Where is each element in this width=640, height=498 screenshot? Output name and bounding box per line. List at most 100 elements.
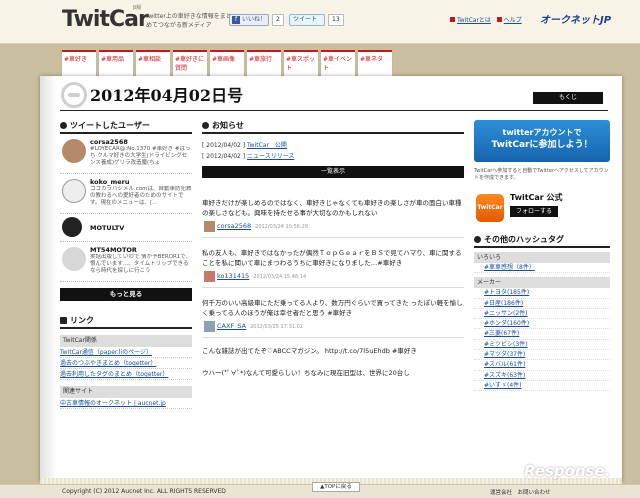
tab-hashtag[interactable]: #車イベント: [321, 50, 355, 76]
link-item[interactable]: 過去のつぶやきまとめ（togetter）: [60, 360, 156, 367]
hashtag-link[interactable]: #いすゞ(4件): [484, 382, 522, 389]
avatar[interactable]: [62, 247, 86, 271]
tweet-time: 2012/03/24 15:46:14: [253, 274, 307, 280]
tweet-text: 車好きだけが楽しめるのではなく、車好きじゃなくても車好きの楽しさが車の面白い車種…: [202, 199, 462, 217]
links-title: リンク: [70, 316, 94, 325]
hashtag-link[interactable]: #ホンダ(160件): [484, 320, 529, 327]
news-title: お知らせ: [212, 121, 244, 130]
more-users-button[interactable]: もっと見る: [60, 288, 192, 301]
hashtag-link[interactable]: #トヨタ(185件): [484, 289, 529, 296]
tweet-item: ウハー(*ﾟ∀ﾟ*)なんて可愛らしい！ちなみに現在旧型は、世界に20台し: [202, 360, 464, 382]
tweet-text: 私の友人も、車好きではなかったが偶然ＴｏｐＧｅａｒをＢＳで見てハマり、車に関する…: [202, 249, 462, 267]
link-category: TwitCar関係: [60, 335, 192, 347]
view-all-button[interactable]: 一覧表示: [202, 166, 464, 178]
tab-hashtag[interactable]: #車ネタ: [358, 50, 392, 76]
tab-hashtag[interactable]: #車好きに質問: [173, 50, 207, 76]
tab-hashtag[interactable]: #車画像: [210, 50, 244, 76]
tweet-item: 私の友人も、車好きではなかったが偶然ＴｏｐＧｅａｒをＢＳで見てハマり、車に関する…: [202, 238, 464, 288]
user-item[interactable]: corsa2568 #LOYECAR@:No.1370 #車好き #ばっち クル…: [60, 134, 192, 174]
news-date: [ 2012/04/02 ]: [202, 142, 246, 149]
banner-line2: TwitCarに参加しよう！: [491, 140, 593, 150]
banner-line1: twitterアカウントで: [502, 128, 582, 137]
steering-wheel-icon: [61, 82, 87, 108]
news-link[interactable]: ニュースリリース: [247, 153, 294, 160]
tweeted-users-title: ツイートしたユーザー: [70, 121, 150, 130]
fb-like-label: いいね！: [242, 16, 267, 23]
link-item[interactable]: 過去利用したタグのまとめ（togetter）: [60, 371, 168, 378]
twitter-signup-banner[interactable]: twitterアカウントで TwitCarに参加しよう！: [474, 120, 610, 162]
tweet-user[interactable]: corsa2568: [217, 222, 251, 230]
tweet-user[interactable]: CAXF_SA: [217, 322, 246, 330]
fb-like-count: 2: [272, 14, 284, 26]
tab-hashtag[interactable]: #車スポット: [284, 50, 318, 76]
tab-hashtag[interactable]: #車用品: [99, 50, 133, 76]
tweet-text: 何千万のいい高級車にただ乗ってる人より、数万円ぐらいで買ってきた ったぽい軽を愉…: [202, 299, 463, 317]
hashtag-link[interactable]: #日産(186件): [484, 300, 523, 307]
tweet-text: ウハー(*ﾟ∀ﾟ*)なんて可愛らしい！ちなみに現在旧型は、世界に20台し: [202, 369, 410, 377]
middle-column: お知らせ [ 2012/04/02 ] TwitCar 公開 [ 2012/04…: [202, 120, 464, 382]
tab-hashtag[interactable]: #車好き: [62, 50, 96, 76]
user-bio: #LOYECAR@:No.1370 #車好き #ばっち クルマ好きの大学生(ドラ…: [90, 146, 191, 166]
other-hashtags-heading: その他のハッシュタグ: [474, 234, 610, 248]
hashtag-link[interactable]: #三菱(67件): [484, 330, 519, 337]
hashtag-link[interactable]: #スズキ(63件): [484, 372, 525, 379]
official-account-name: TwitCar 公式: [510, 193, 563, 202]
hashtag-category: いろいろ: [474, 252, 610, 263]
tweet-user[interactable]: ko131415: [217, 272, 249, 280]
title-divider: [60, 110, 608, 111]
user-bio: ココカラハジメル.comは、自動車防犯教の教わるへの愛好者のためのサイトです。現…: [90, 186, 192, 206]
user-name[interactable]: corsa2568: [90, 138, 192, 146]
help-link[interactable]: ヘルプ: [504, 17, 522, 24]
link-item[interactable]: 中古車情報のオークネット | aucnet.jp: [60, 400, 166, 407]
tweet-button[interactable]: ツイート: [289, 14, 325, 26]
site-tagline: twitter上の車好きな情報をまとめてつながる新メディア: [146, 13, 232, 29]
tweet-time: 2012/03/25 17:31:02: [250, 324, 303, 330]
about-link[interactable]: TwitCarとは: [457, 17, 491, 24]
tweet-count: 13: [328, 14, 344, 26]
hashtag-link[interactable]: #スバル(61件): [484, 361, 525, 368]
aucnet-logo[interactable]: オークネットJP: [540, 11, 611, 26]
user-item[interactable]: MOTULTV: [60, 214, 192, 242]
square-icon: [450, 17, 455, 22]
hashtag-link[interactable]: #車車感想（8件）: [484, 264, 535, 271]
back-to-top-button[interactable]: ▲TOPに戻る: [312, 482, 360, 492]
tweet-time: 2012/03/24 10:56:28: [255, 224, 309, 230]
square-icon: [496, 17, 502, 22]
twitter-signup-note: TwitCarへ参加すると自動でTwitterへアクセスしてアカウントを作成でき…: [474, 168, 609, 181]
tweet-text: こんな雑誌が出てたぞ♡ABCCマガジン。 http://t.co/7l5uEhd…: [202, 347, 417, 355]
hashtag-icon: [474, 236, 481, 243]
avatar[interactable]: [62, 179, 86, 203]
app-icon: TwitCar: [476, 194, 504, 222]
page-fold-shadow: [40, 76, 56, 482]
tweet-item: 何千万のいい高級車にただ乗ってる人より、数万円ぐらいで買ってきた ったぽい軽を愉…: [202, 288, 464, 338]
user-name[interactable]: koko_meru: [90, 178, 192, 186]
response-watermark: Response.: [524, 462, 611, 480]
link-item[interactable]: TwitCar通信（paper.liのページ）: [60, 349, 152, 356]
tab-hashtag[interactable]: #車旅行: [247, 50, 281, 76]
news-heading: お知らせ: [202, 120, 464, 134]
tab-hashtag[interactable]: #車相談: [136, 50, 170, 76]
table-of-contents-button[interactable]: もくじ: [533, 92, 603, 104]
link-category: 関連サイト: [60, 386, 192, 398]
news-item: [ 2012/04/02 ] TwitCar 公開: [202, 140, 464, 151]
user-name[interactable]: MOTULTV: [90, 218, 192, 232]
user-name[interactable]: MT54MOTOR: [90, 246, 192, 254]
beta-badge: β版: [133, 5, 142, 11]
footer-links[interactable]: 運営会社 お問い合わせ: [490, 488, 551, 496]
avatar[interactable]: [204, 271, 215, 282]
follow-button[interactable]: フォローする: [510, 206, 559, 217]
hashtag-link[interactable]: #ミツビシ(3件): [484, 341, 528, 348]
user-item[interactable]: koko_meru ココカラハジメル.comは、自動車防犯教の教わるへの愛好者の…: [60, 174, 192, 214]
avatar[interactable]: [62, 139, 86, 163]
user-bio: 実話出版していので 情が予BEROR1で、恨んでいます…、タイムトリップできるな…: [90, 254, 192, 274]
facebook-like-button[interactable]: f いいね！: [229, 14, 269, 26]
hashtag-link[interactable]: #マツダ(37件): [484, 351, 525, 358]
avatar[interactable]: [62, 217, 82, 237]
right-column: twitterアカウントで TwitCarに参加しよう！ TwitCarへ参加す…: [474, 120, 610, 392]
hashtag-link[interactable]: #ニッサン(2件): [484, 310, 528, 317]
site-header: TwitCar β版 twitter上の車好きな情報をまとめてつながる新メディア…: [0, 0, 640, 44]
avatar[interactable]: [204, 321, 215, 332]
avatar[interactable]: [204, 221, 215, 232]
news-link[interactable]: TwitCar 公開: [247, 142, 287, 149]
user-item[interactable]: MT54MOTOR 実話出版していので 情が予BEROR1で、恨んでいます…、タ…: [60, 242, 192, 282]
